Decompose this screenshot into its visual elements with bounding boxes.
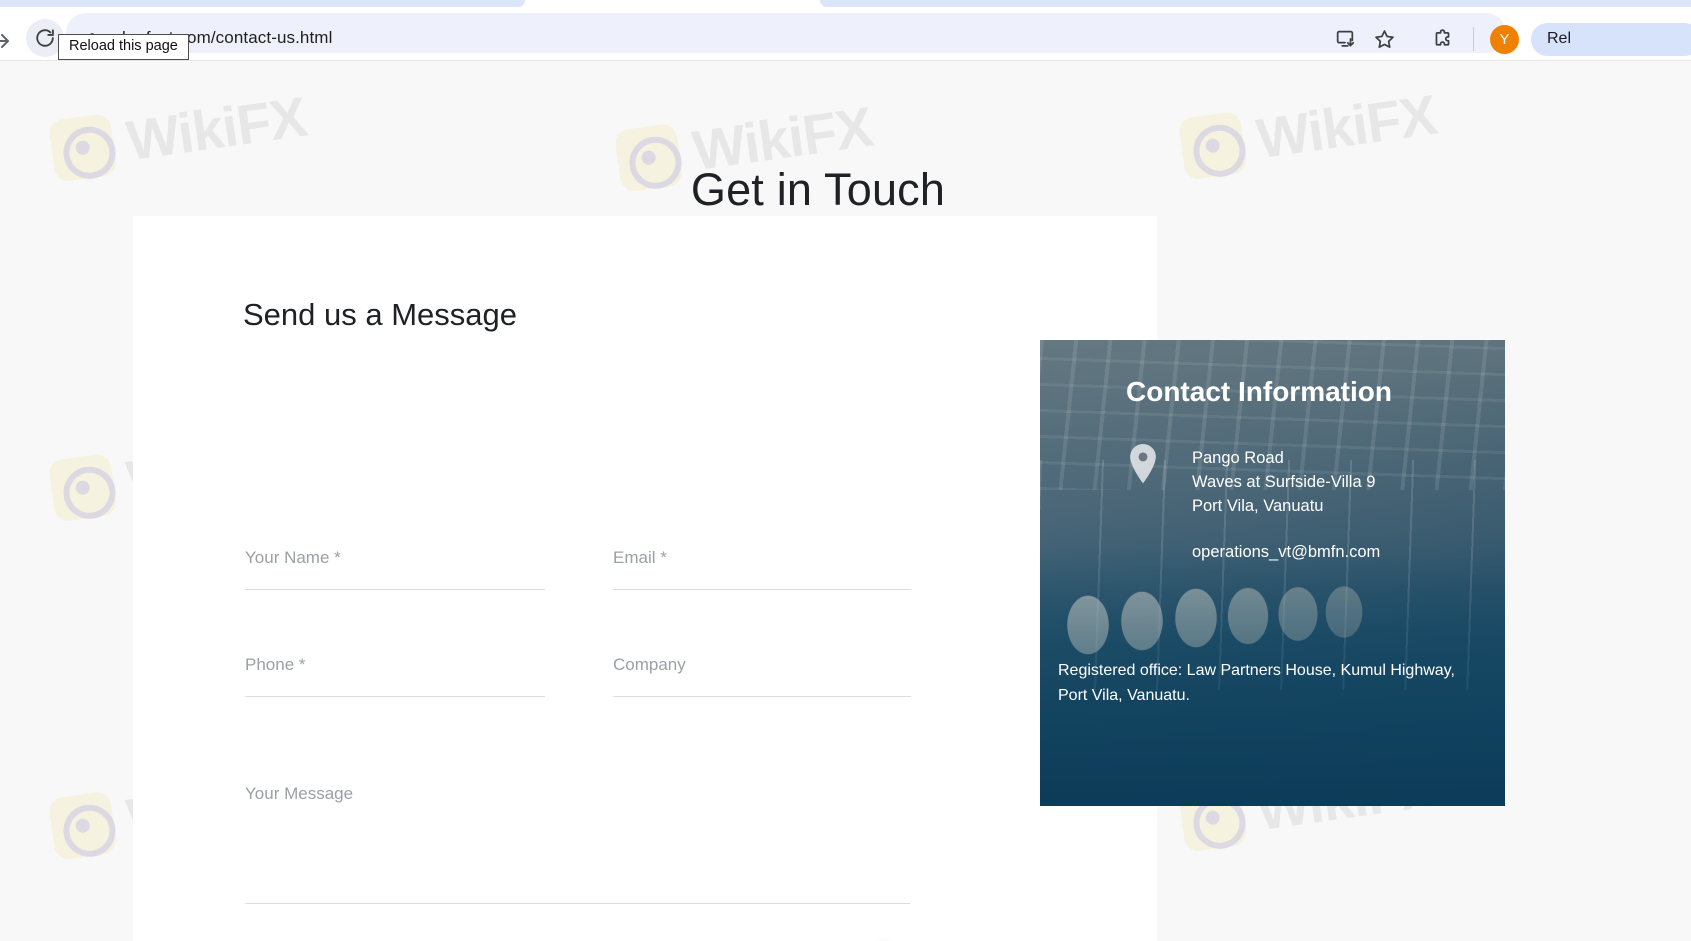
avatar[interactable]: Y bbox=[1490, 25, 1519, 54]
profile-pill-label: Rel bbox=[1547, 30, 1572, 47]
company-placeholder: Company bbox=[613, 655, 686, 674]
form-heading: Send us a Message bbox=[243, 297, 518, 332]
registered-office-text: Registered office: Law Partners House, K… bbox=[1058, 658, 1488, 708]
your-name-placeholder: Your Name * bbox=[245, 548, 341, 567]
phone-input[interactable]: Phone * bbox=[245, 655, 545, 697]
address-line: Waves at Surfside-Villa 9 bbox=[1192, 473, 1376, 491]
address-block: Pango Road Waves at Surfside-Villa 9 Por… bbox=[1192, 446, 1492, 518]
company-input[interactable]: Company bbox=[613, 655, 911, 697]
background-tab-left[interactable] bbox=[0, 0, 525, 7]
message-placeholder: Your Message bbox=[245, 784, 354, 803]
your-name-input[interactable]: Your Name * bbox=[245, 548, 545, 590]
bookmark-star-icon[interactable] bbox=[1370, 25, 1398, 53]
profile-pill[interactable]: Rel bbox=[1531, 23, 1691, 56]
contact-form-card: Send us a Message Your Name * Email * Ph… bbox=[133, 216, 1157, 941]
extensions-puzzle-icon[interactable] bbox=[1428, 25, 1456, 53]
contact-email[interactable]: operations_vt@bmfn.com bbox=[1192, 540, 1492, 564]
reload-icon bbox=[36, 29, 54, 47]
email-input[interactable]: Email * bbox=[613, 548, 911, 590]
wikifx-logo-icon bbox=[47, 790, 118, 861]
address-line: Port Vila, Vanuatu bbox=[1192, 497, 1324, 515]
background-tab-right[interactable] bbox=[820, 0, 1691, 7]
browser-chrome: bmfnvt.com/contact-us.html Y Rel Reload … bbox=[0, 0, 1691, 61]
page-title: Get in Touch bbox=[690, 164, 946, 216]
tab-strip bbox=[0, 0, 1691, 9]
reload-tooltip: Reload this page bbox=[58, 34, 189, 60]
registered-office-line: Registered office: Law Partners House, K… bbox=[1058, 662, 1455, 679]
page-content: WikiFX WikiFX WikiFX WikiFX WikiFX WikiF… bbox=[0, 61, 1691, 941]
message-textarea[interactable]: Your Message bbox=[245, 784, 910, 904]
install-app-icon[interactable] bbox=[1331, 25, 1359, 53]
map-pin-icon bbox=[1126, 443, 1160, 485]
toolbar-bottom-border bbox=[0, 60, 1691, 61]
browser-toolbar: bmfnvt.com/contact-us.html Y Rel bbox=[0, 9, 1691, 57]
contact-panel-title: Contact Information bbox=[1126, 376, 1392, 407]
phone-placeholder: Phone * bbox=[245, 655, 306, 674]
contact-information-panel: Contact Information Pango Road Waves at … bbox=[1040, 340, 1505, 806]
email-placeholder: Email * bbox=[613, 548, 667, 567]
toolbar-divider bbox=[1473, 27, 1474, 51]
registered-office-line: Port Vila, Vanuatu. bbox=[1058, 687, 1190, 704]
wikifx-logo-icon bbox=[47, 452, 118, 523]
forward-arrow-icon[interactable] bbox=[0, 29, 22, 53]
photo-overlay-shade bbox=[1040, 340, 1505, 806]
address-line: Pango Road bbox=[1192, 449, 1284, 467]
